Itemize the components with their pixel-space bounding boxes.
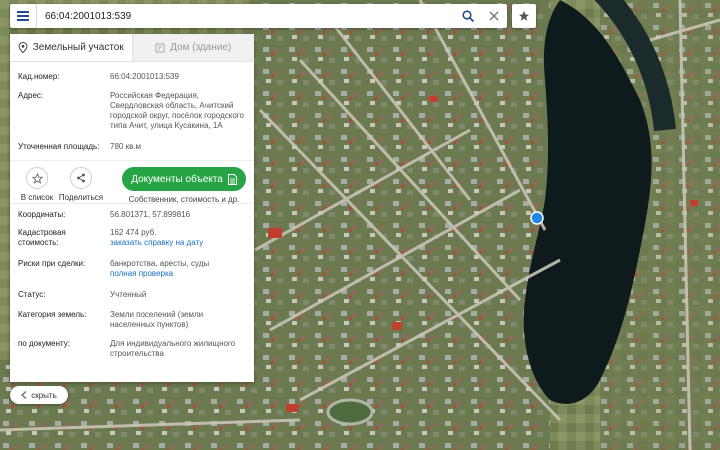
documents-subtitle: Собственник, стоимость и др. — [128, 195, 240, 204]
star-outline-icon — [31, 172, 43, 184]
magnifier-icon — [462, 10, 474, 22]
clear-button[interactable] — [481, 4, 507, 28]
document-icon — [227, 173, 237, 185]
category-label: Категория земель: — [18, 310, 87, 319]
coords-row: Координаты: 56.801371, 57.899816 — [18, 210, 246, 220]
documents-button-label: Документы объекта — [131, 173, 223, 185]
usage-row: по документу: Для индивидуального жилищн… — [18, 339, 246, 359]
object-info-panel: Земельный участок Дом (здание) Кад.номер… — [10, 34, 254, 382]
address-row: Адрес: Российская Федерация, Свердловска… — [18, 91, 246, 131]
tab-land-plot[interactable]: Земельный участок — [10, 34, 132, 61]
usage-value: Для индивидуального жилищного строительс… — [110, 339, 236, 358]
cost-label-line2: стоимость: — [18, 238, 59, 247]
status-row: Статус: Учтенный — [18, 290, 246, 300]
share-circle — [70, 167, 92, 189]
share-button[interactable]: Поделиться — [58, 167, 104, 202]
hamburger-icon — [17, 11, 29, 21]
category-value: Земли поселений (земли населенных пункто… — [110, 310, 204, 329]
search-button[interactable] — [455, 4, 481, 28]
documents-block: Документы объекта Собственник, стоимость… — [122, 167, 246, 204]
cost-label: Кадастровая стоимость: — [18, 228, 110, 248]
coords-label: Координаты: — [18, 210, 66, 219]
close-icon — [489, 11, 499, 21]
risks-row: Риски при сделки: банкротства, аресты, с… — [18, 259, 246, 279]
share-label: Поделиться — [58, 193, 104, 202]
basic-info: Кад.номер: 66:04:2001013:539 Адрес: Росс… — [10, 62, 254, 152]
cadnum-value[interactable]: 66:04:2001013:539 — [110, 72, 246, 82]
favorite-button[interactable] — [512, 4, 536, 28]
usage-label: по документу: — [18, 339, 70, 348]
documents-button[interactable]: Документы объекта — [122, 167, 246, 191]
tab-land-plot-label: Земельный участок — [32, 42, 124, 53]
chevron-left-icon — [21, 391, 27, 399]
area-label: Уточненная площадь: — [18, 142, 100, 151]
category-row: Категория земель: Земли поселений (земли… — [18, 310, 246, 330]
add-to-list-label: В список — [20, 193, 54, 202]
cadnum-row: Кад.номер: 66:04:2001013:539 — [18, 72, 246, 82]
building-icon — [155, 43, 165, 52]
cadnum-label: Кад.номер: — [18, 72, 60, 81]
location-marker — [530, 211, 544, 225]
star-icon — [519, 11, 529, 21]
address-label: Адрес: — [18, 91, 44, 100]
share-icon — [77, 173, 85, 183]
full-check-link[interactable]: полная проверка — [110, 269, 246, 279]
area-value: 780 кв.м — [110, 142, 142, 151]
status-label: Статус: — [18, 290, 46, 299]
order-statement-link[interactable]: заказать справку на дату — [110, 238, 246, 248]
tab-building-label: Дом (здание) — [170, 42, 232, 53]
search-bar — [10, 4, 507, 28]
hide-panel-button[interactable]: скрыть — [10, 386, 68, 404]
action-bar: В список Поделиться Документы объекта Со… — [10, 160, 254, 204]
hide-panel-label: скрыть — [31, 390, 57, 400]
detail-info: Координаты: 56.801371, 57.899816 Кадастр… — [10, 204, 254, 359]
add-to-list-circle — [26, 167, 48, 189]
add-to-list-button[interactable]: В список — [18, 167, 56, 202]
status-value: Учтенный — [110, 290, 147, 299]
menu-button[interactable] — [10, 4, 36, 28]
risks-label: Риски при сделки: — [18, 259, 86, 268]
cost-value-block: 162 474 руб. заказать справку на дату — [110, 228, 246, 248]
address-value: Российская Федерация, Свердловская облас… — [110, 91, 244, 130]
search-input[interactable] — [37, 5, 455, 27]
coords-value: 56.801371, 57.899816 — [110, 210, 191, 219]
object-tabs: Земельный участок Дом (здание) — [10, 34, 254, 62]
cost-row: Кадастровая стоимость: 162 474 руб. зака… — [18, 228, 246, 248]
area-row: Уточненная площадь: 780 кв.м — [18, 142, 246, 152]
risks-value: банкротства, аресты, суды — [110, 259, 210, 268]
cost-value: 162 474 руб. — [110, 228, 157, 237]
cost-label-line1: Кадастровая — [18, 228, 66, 237]
risks-value-block: банкротства, аресты, суды полная проверк… — [110, 259, 246, 279]
tab-building[interactable]: Дом (здание) — [131, 34, 254, 61]
land-plot-icon — [18, 42, 28, 53]
